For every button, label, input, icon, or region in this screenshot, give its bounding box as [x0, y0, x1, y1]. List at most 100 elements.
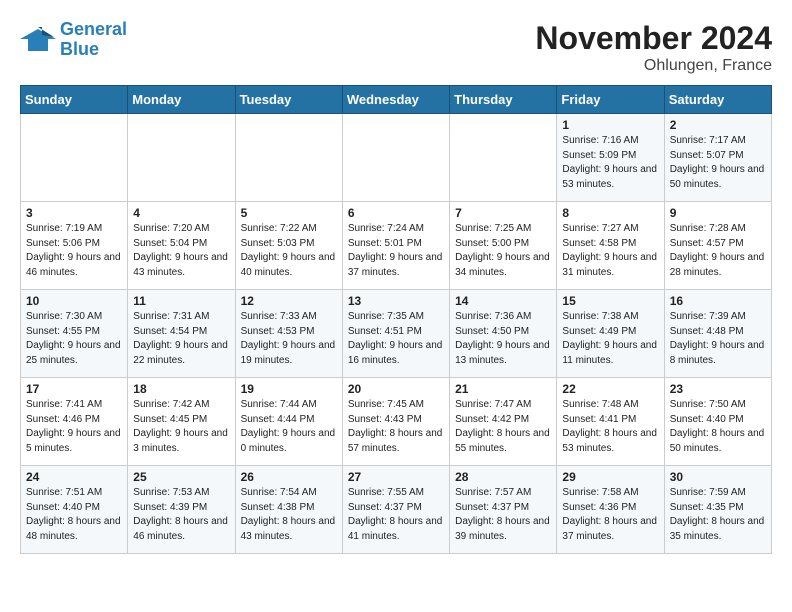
calendar-cell: 8 Sunrise: 7:27 AMSunset: 4:58 PMDaylight…	[557, 202, 664, 290]
day-number: 24	[26, 470, 122, 484]
logo-bird-icon	[20, 25, 56, 55]
day-number: 18	[133, 382, 229, 396]
day-info: Sunrise: 7:38 AMSunset: 4:49 PMDaylight:…	[562, 310, 658, 368]
calendar-week-row: 3 Sunrise: 7:19 AMSunset: 5:06 PMDaylight…	[21, 202, 772, 290]
day-info: Sunrise: 7:42 AMSunset: 4:45 PMDaylight:…	[133, 398, 229, 456]
calendar-cell: 25 Sunrise: 7:53 AMSunset: 4:39 PMDayligh…	[128, 466, 235, 554]
day-number: 25	[133, 470, 229, 484]
day-info: Sunrise: 7:27 AMSunset: 4:58 PMDaylight:…	[562, 222, 658, 280]
calendar-cell: 21 Sunrise: 7:47 AMSunset: 4:42 PMDayligh…	[450, 378, 557, 466]
calendar-table: SundayMondayTuesdayWednesdayThursdayFrid…	[20, 85, 772, 554]
day-info: Sunrise: 7:24 AMSunset: 5:01 PMDaylight:…	[348, 222, 444, 280]
calendar-cell: 3 Sunrise: 7:19 AMSunset: 5:06 PMDaylight…	[21, 202, 128, 290]
day-info: Sunrise: 7:22 AMSunset: 5:03 PMDaylight:…	[241, 222, 337, 280]
day-number: 2	[670, 118, 766, 132]
calendar-day-header: Wednesday	[342, 86, 449, 114]
day-info: Sunrise: 7:28 AMSunset: 4:57 PMDaylight:…	[670, 222, 766, 280]
calendar-cell: 11 Sunrise: 7:31 AMSunset: 4:54 PMDayligh…	[128, 290, 235, 378]
day-info: Sunrise: 7:59 AMSunset: 4:35 PMDaylight:…	[670, 486, 766, 544]
calendar-cell	[450, 114, 557, 202]
calendar-cell: 6Sunrise: 7:24 AMSunset: 5:01 PMDaylight…	[342, 202, 449, 290]
day-info: Sunrise: 7:57 AMSunset: 4:37 PMDaylight:…	[455, 486, 551, 544]
calendar-cell: 20Sunrise: 7:45 AMSunset: 4:43 PMDayligh…	[342, 378, 449, 466]
calendar-cell: 28 Sunrise: 7:57 AMSunset: 4:37 PMDayligh…	[450, 466, 557, 554]
day-info: Sunrise: 7:39 AMSunset: 4:48 PMDaylight:…	[670, 310, 766, 368]
calendar-day-header: Friday	[557, 86, 664, 114]
day-info: Sunrise: 7:58 AMSunset: 4:36 PMDaylight:…	[562, 486, 658, 544]
day-number: 28	[455, 470, 551, 484]
calendar-cell: 1Sunrise: 7:16 AMSunset: 5:09 PMDaylight…	[557, 114, 664, 202]
calendar-cell: 5 Sunrise: 7:22 AMSunset: 5:03 PMDaylight…	[235, 202, 342, 290]
title-block: November 2024 Ohlungen, France	[535, 20, 772, 75]
calendar-cell: 7 Sunrise: 7:25 AMSunset: 5:00 PMDaylight…	[450, 202, 557, 290]
calendar-day-header: Saturday	[664, 86, 771, 114]
day-number: 15	[562, 294, 658, 308]
calendar-day-header: Sunday	[21, 86, 128, 114]
day-number: 14	[455, 294, 551, 308]
logo-text: GeneralBlue	[60, 20, 127, 60]
calendar-cell: 14 Sunrise: 7:36 AMSunset: 4:50 PMDayligh…	[450, 290, 557, 378]
page-header: GeneralBlue November 2024 Ohlungen, Fran…	[20, 20, 772, 75]
calendar-cell: 29 Sunrise: 7:58 AMSunset: 4:36 PMDayligh…	[557, 466, 664, 554]
calendar-cell: 30 Sunrise: 7:59 AMSunset: 4:35 PMDayligh…	[664, 466, 771, 554]
day-number: 5	[241, 206, 337, 220]
calendar-cell: 10Sunrise: 7:30 AMSunset: 4:55 PMDayligh…	[21, 290, 128, 378]
calendar-cell	[128, 114, 235, 202]
day-number: 1	[562, 118, 658, 132]
day-number: 26	[241, 470, 337, 484]
day-number: 17	[26, 382, 122, 396]
calendar-cell: 13 Sunrise: 7:35 AMSunset: 4:51 PMDayligh…	[342, 290, 449, 378]
calendar-cell: 22 Sunrise: 7:48 AMSunset: 4:41 PMDayligh…	[557, 378, 664, 466]
day-number: 21	[455, 382, 551, 396]
day-number: 29	[562, 470, 658, 484]
day-info: Sunrise: 7:25 AMSunset: 5:00 PMDaylight:…	[455, 222, 551, 280]
calendar-week-row: 17 Sunrise: 7:41 AMSunset: 4:46 PMDayligh…	[21, 378, 772, 466]
calendar-cell: 12 Sunrise: 7:33 AMSunset: 4:53 PMDayligh…	[235, 290, 342, 378]
day-number: 7	[455, 206, 551, 220]
month-title: November 2024	[535, 20, 772, 57]
day-info: Sunrise: 7:35 AMSunset: 4:51 PMDaylight:…	[348, 310, 444, 368]
day-info: Sunrise: 7:50 AMSunset: 4:40 PMDaylight:…	[670, 398, 766, 456]
day-info: Sunrise: 7:47 AMSunset: 4:42 PMDaylight:…	[455, 398, 551, 456]
calendar-day-header: Thursday	[450, 86, 557, 114]
day-number: 11	[133, 294, 229, 308]
calendar-cell	[342, 114, 449, 202]
calendar-week-row: 24 Sunrise: 7:51 AMSunset: 4:40 PMDayligh…	[21, 466, 772, 554]
day-info: Sunrise: 7:31 AMSunset: 4:54 PMDaylight:…	[133, 310, 229, 368]
day-info: Sunrise: 7:54 AMSunset: 4:38 PMDaylight:…	[241, 486, 337, 544]
day-number: 23	[670, 382, 766, 396]
day-info: Sunrise: 7:51 AMSunset: 4:40 PMDaylight:…	[26, 486, 122, 544]
calendar-cell: 15 Sunrise: 7:38 AMSunset: 4:49 PMDayligh…	[557, 290, 664, 378]
logo: GeneralBlue	[20, 20, 127, 60]
day-number: 16	[670, 294, 766, 308]
day-info: Sunrise: 7:33 AMSunset: 4:53 PMDaylight:…	[241, 310, 337, 368]
day-info: Sunrise: 7:41 AMSunset: 4:46 PMDaylight:…	[26, 398, 122, 456]
day-info: Sunrise: 7:19 AMSunset: 5:06 PMDaylight:…	[26, 222, 122, 280]
location: Ohlungen, France	[535, 57, 772, 75]
calendar-cell: 2 Sunrise: 7:17 AMSunset: 5:07 PMDaylight…	[664, 114, 771, 202]
day-number: 4	[133, 206, 229, 220]
day-number: 8	[562, 206, 658, 220]
calendar-cell: 18 Sunrise: 7:42 AMSunset: 4:45 PMDayligh…	[128, 378, 235, 466]
day-number: 19	[241, 382, 337, 396]
day-info: Sunrise: 7:45 AMSunset: 4:43 PMDaylight:…	[348, 398, 444, 456]
calendar-body: 1Sunrise: 7:16 AMSunset: 5:09 PMDaylight…	[21, 114, 772, 554]
day-number: 27	[348, 470, 444, 484]
day-number: 3	[26, 206, 122, 220]
day-info: Sunrise: 7:53 AMSunset: 4:39 PMDaylight:…	[133, 486, 229, 544]
day-number: 30	[670, 470, 766, 484]
day-info: Sunrise: 7:44 AMSunset: 4:44 PMDaylight:…	[241, 398, 337, 456]
day-number: 10	[26, 294, 122, 308]
day-info: Sunrise: 7:20 AMSunset: 5:04 PMDaylight:…	[133, 222, 229, 280]
calendar-cell: 16 Sunrise: 7:39 AMSunset: 4:48 PMDayligh…	[664, 290, 771, 378]
calendar-cell: 4 Sunrise: 7:20 AMSunset: 5:04 PMDaylight…	[128, 202, 235, 290]
calendar-cell: 17 Sunrise: 7:41 AMSunset: 4:46 PMDayligh…	[21, 378, 128, 466]
calendar-cell: 19 Sunrise: 7:44 AMSunset: 4:44 PMDayligh…	[235, 378, 342, 466]
day-info: Sunrise: 7:48 AMSunset: 4:41 PMDaylight:…	[562, 398, 658, 456]
day-info: Sunrise: 7:36 AMSunset: 4:50 PMDaylight:…	[455, 310, 551, 368]
day-number: 22	[562, 382, 658, 396]
calendar-day-header: Tuesday	[235, 86, 342, 114]
day-info: Sunrise: 7:17 AMSunset: 5:07 PMDaylight:…	[670, 134, 766, 192]
day-number: 13	[348, 294, 444, 308]
day-number: 12	[241, 294, 337, 308]
